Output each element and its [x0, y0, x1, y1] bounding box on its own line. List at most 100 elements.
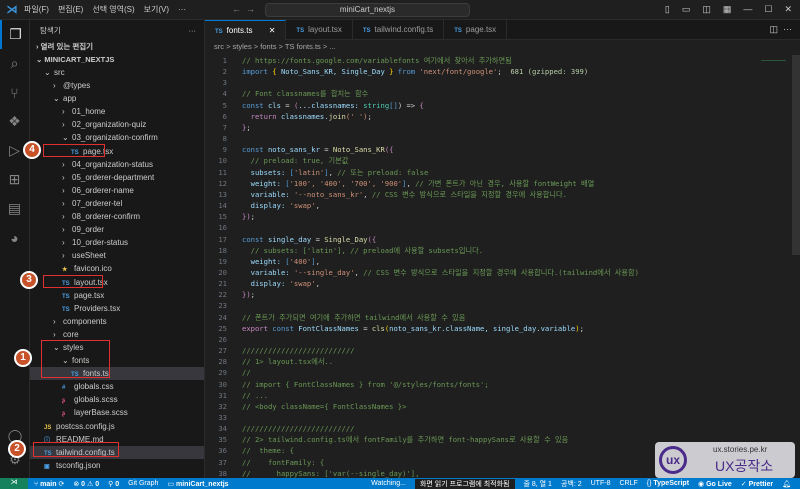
- code-token: // 폰트가 추가되면 여기에 추가하면 tailwind에서 사용할 수 있음: [242, 312, 466, 322]
- breadcrumb[interactable]: src > styles > fonts > TS fonts.ts > ...: [205, 40, 800, 54]
- figma-icon[interactable]: ❖: [0, 107, 29, 136]
- vscode-logo-icon: ⋊: [6, 4, 18, 16]
- more-icon[interactable]: ···: [783, 24, 792, 34]
- tree-item[interactable]: ▣ tsconfig.json: [30, 459, 204, 472]
- split-editor-icon[interactable]: ◫: [769, 24, 778, 34]
- tree-item[interactable]: › @types: [30, 79, 204, 92]
- watching-item[interactable]: Watching...: [371, 480, 406, 487]
- cursor-position[interactable]: 줄 8, 열 1: [524, 479, 552, 489]
- tree-item[interactable]: TS Providers.tsx: [30, 302, 204, 315]
- screen-reader-item[interactable]: 화면 읽기 프로그램에 최적화됨: [414, 478, 515, 489]
- tree-item[interactable]: › 02_organization-quiz: [30, 118, 204, 131]
- branch-name: main: [40, 480, 57, 488]
- tree-item[interactable]: # globals.css: [30, 380, 204, 393]
- prettier[interactable]: ✓ Prettier: [741, 480, 773, 488]
- folder-item[interactable]: ▭ miniCart_nextjs: [167, 480, 228, 488]
- menu-item[interactable]: 파일(F): [24, 5, 49, 14]
- tree-item[interactable]: TS page.tsx: [30, 289, 204, 302]
- indentation[interactable]: 공백: 2: [561, 479, 582, 489]
- tab-page-tsx[interactable]: TS page.tsx: [444, 20, 508, 40]
- tree-item[interactable]: › useSheet: [30, 249, 204, 262]
- project-label: MINICART_NEXTJS: [44, 55, 115, 64]
- customize-layout-icon[interactable]: ▦: [723, 4, 732, 15]
- layout-panel-icon[interactable]: ▭: [682, 4, 691, 15]
- tree-item[interactable]: ⌄ app: [30, 92, 204, 105]
- notifications-icon[interactable]: 🔔︎: [782, 480, 791, 488]
- nav-arrows[interactable]: ← →: [232, 4, 255, 14]
- tree-item[interactable]: › 05_orderer-department: [30, 171, 204, 184]
- tree-item[interactable]: › 04_organization-status: [30, 158, 204, 171]
- source-control-icon[interactable]: ⑂: [0, 78, 29, 107]
- open-editors-section[interactable]: › 열려 있는 편집기: [30, 40, 204, 53]
- tab-tailwind-config-ts[interactable]: TS tailwind.config.ts: [353, 20, 445, 40]
- extensions-icon[interactable]: ⊞: [0, 165, 29, 194]
- encoding[interactable]: UTF-8: [591, 480, 611, 487]
- project-section[interactable]: ⌄ MINICART_NEXTJS: [30, 53, 204, 66]
- code-line: 28 // 1> layout.tsx에서..: [205, 356, 785, 367]
- close-tab-icon[interactable]: ✕: [266, 26, 276, 35]
- tree-item[interactable]: › 10_order-status: [30, 236, 204, 249]
- tree-item-label: 06_orderer-name: [72, 185, 134, 195]
- menu-item[interactable]: 편집(E): [58, 5, 83, 14]
- ports-item[interactable]: ⚲ 0: [108, 480, 119, 488]
- code-line: 21 display: 'swap',: [205, 278, 785, 289]
- watermark-name: UX공작소: [715, 458, 774, 474]
- branch-item[interactable]: ⑂ main ⟳: [34, 480, 64, 488]
- tab-fonts-ts[interactable]: TS fonts.ts ✕: [205, 20, 287, 40]
- search-icon[interactable]: ⌕: [0, 49, 29, 78]
- tree-item[interactable]: ⌄ src: [30, 66, 204, 79]
- file-tree: ⌄ src › @types ⌄ app › 01_home › 02_organization-…: [30, 66, 204, 472]
- tab-label: page.tsx: [465, 25, 497, 34]
- palette-icon[interactable]: ◕: [0, 223, 29, 252]
- close-button[interactable]: ✕: [784, 4, 792, 15]
- explorer-icon[interactable]: ❐: [0, 20, 29, 49]
- chevron-right-icon: ›: [62, 225, 65, 235]
- command-center-search[interactable]: miniCart_nextjs: [265, 3, 470, 17]
- layout-split-icon[interactable]: ◫: [702, 4, 711, 15]
- line-number: 13: [218, 189, 227, 199]
- remote-icon[interactable]: ⋊: [0, 478, 28, 489]
- tree-item[interactable]: ʂ globals.scss: [30, 393, 204, 406]
- line-number: 5: [222, 100, 227, 110]
- tree-item[interactable]: › 09_order: [30, 223, 204, 236]
- code-token: ;: [246, 122, 251, 132]
- editor-scrollbar[interactable]: [792, 55, 800, 255]
- layout-sidebar-icon[interactable]: ▯: [665, 4, 670, 15]
- chevron-right-icon: ›: [53, 316, 56, 326]
- more-actions-icon[interactable]: ···: [189, 26, 197, 35]
- menu-item[interactable]: ···: [178, 5, 186, 14]
- menu-item[interactable]: 보기(V): [144, 5, 169, 14]
- problems-item[interactable]: ⊗ 0 ⚠ 0: [73, 480, 99, 488]
- tree-item[interactable]: › core: [30, 328, 204, 341]
- code-line: 15});: [205, 211, 785, 222]
- tree-item[interactable]: › 08_orderer-confirm: [30, 210, 204, 223]
- code-line: 20 variable: '--single_day', // CSS 변수 방…: [205, 267, 785, 278]
- tree-item[interactable]: ⌄ 03_organization-confirm: [30, 131, 204, 144]
- line-number: 23: [218, 301, 227, 311]
- language-mode[interactable]: {} TypeScript: [647, 480, 689, 487]
- tab-layout-tsx[interactable]: TS layout.tsx: [286, 20, 353, 40]
- code-token: const: [242, 145, 268, 155]
- code-line: 6 return classnames.join(' ');: [205, 111, 785, 122]
- eol[interactable]: CRLF: [619, 480, 637, 487]
- tree-item[interactable]: › 07_orderer-tel: [30, 197, 204, 210]
- tree-item[interactable]: ★ favicon.ico: [30, 262, 204, 275]
- tree-item[interactable]: › 06_orderer-name: [30, 184, 204, 197]
- tree-item[interactable]: › 01_home: [30, 105, 204, 118]
- tab-label: layout.tsx: [308, 25, 342, 34]
- git-graph-item[interactable]: Git Graph: [128, 480, 158, 487]
- tree-item-label: useSheet: [72, 251, 106, 261]
- tree-item[interactable]: JS postcss.config.js: [30, 420, 204, 433]
- menu-item[interactable]: 선택 영역(S): [92, 5, 134, 14]
- tree-item[interactable]: › components: [30, 315, 204, 328]
- watermark-logo-icon: ux: [659, 446, 687, 474]
- tree-item[interactable]: ʂ layerBase.scss: [30, 406, 204, 419]
- maximize-button[interactable]: ☐: [764, 4, 772, 15]
- code-line: 7};: [205, 122, 785, 133]
- minimap[interactable]: [761, 60, 786, 70]
- minimize-button[interactable]: —: [743, 4, 752, 15]
- code-editor[interactable]: 1 // https://fonts.google.com/variablefon…: [205, 55, 785, 479]
- folder-icon[interactable]: ▤: [0, 194, 29, 223]
- go-live[interactable]: ◉ Go Live: [698, 480, 732, 488]
- editor-tabs: TS fonts.ts ✕ TS layout.tsx TS tailwind.confi…: [205, 20, 800, 40]
